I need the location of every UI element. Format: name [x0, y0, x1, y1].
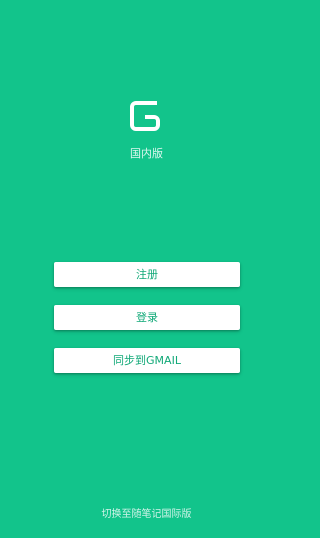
switch-international-link[interactable]: 切换至随笔记国际版: [0, 508, 293, 522]
edition-label: 国内版: [130, 147, 163, 160]
register-button[interactable]: 注册: [54, 262, 240, 287]
sync-gmail-button[interactable]: 同步到GMAIL: [54, 348, 240, 373]
welcome-screen: 国内版 注册 登录 同步到GMAIL 切换至随笔记国际版: [0, 0, 293, 538]
app-logo-icon: [127, 98, 163, 134]
login-button[interactable]: 登录: [54, 305, 240, 330]
